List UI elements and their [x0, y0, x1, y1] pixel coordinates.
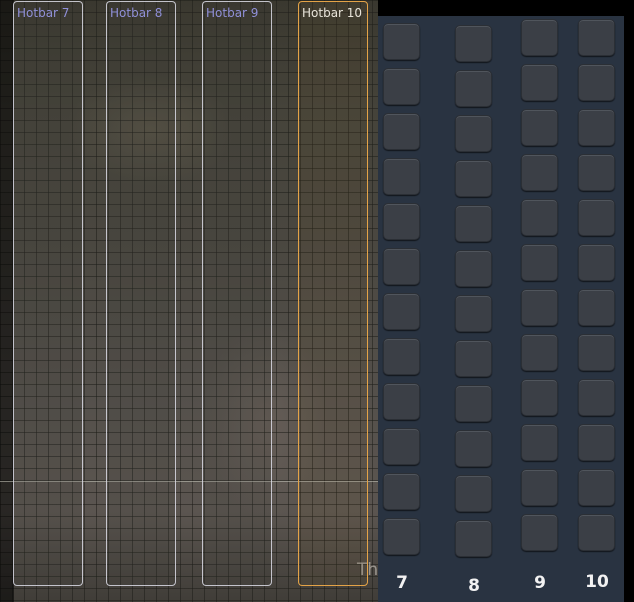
hotbar-slot-8-10[interactable]	[455, 430, 492, 467]
hotbar-label: Hotbar 8	[110, 6, 163, 20]
hotbar-slot-9-2[interactable]	[521, 64, 558, 101]
hotbar-frame-9[interactable]: Hotbar 9	[202, 1, 272, 586]
hotbar-slot-7-4[interactable]	[383, 158, 420, 195]
hotbar-slot-8-9[interactable]	[455, 385, 492, 422]
hotbar-slot-10-3[interactable]	[578, 109, 615, 146]
hotbar-slot-7-1[interactable]	[383, 23, 420, 60]
hotbar-slot-8-4[interactable]	[455, 160, 492, 197]
hotbar-slot-9-3[interactable]	[521, 109, 558, 146]
hotbar-slot-9-5[interactable]	[521, 199, 558, 236]
hotbar-slot-10-2[interactable]	[578, 64, 615, 101]
hotbar-slot-7-3[interactable]	[383, 113, 420, 150]
hotbar-slot-10-7[interactable]	[578, 289, 615, 326]
hotbar-slot-9-12[interactable]	[521, 514, 558, 551]
hotbar-slot-10-10[interactable]	[578, 424, 615, 461]
hotbar-label: Hotbar 7	[17, 6, 70, 20]
hotbar-slot-10-6[interactable]	[578, 244, 615, 281]
hotbar-slot-8-1[interactable]	[455, 25, 492, 62]
hotbar-frame-10[interactable]: Hotbar 10	[298, 1, 368, 586]
hotbar-slot-10-1[interactable]	[578, 19, 615, 56]
hotbar-slot-9-7[interactable]	[521, 289, 558, 326]
hotbar-slot-9-11[interactable]	[521, 469, 558, 506]
hotbar-slot-10-9[interactable]	[578, 379, 615, 416]
hotbar-frame-7[interactable]: Hotbar 7	[13, 1, 83, 586]
hotbar-slot-9-10[interactable]	[521, 424, 558, 461]
hotbar-slot-8-6[interactable]	[455, 250, 492, 287]
hotbar-slot-9-9[interactable]	[521, 379, 558, 416]
hotbar-slot-7-12[interactable]	[383, 518, 420, 555]
hotbar-slot-9-1[interactable]	[521, 19, 558, 56]
column-label-7: 7	[396, 573, 408, 593]
hotbar-slot-9-4[interactable]	[521, 154, 558, 191]
hotbar-slot-8-11[interactable]	[455, 475, 492, 512]
panel-top-margin	[378, 0, 634, 16]
hotbar-label: Hotbar 10	[302, 6, 363, 20]
hotbar-slot-7-8[interactable]	[383, 338, 420, 375]
hotbar-slot-8-2[interactable]	[455, 70, 492, 107]
hotbar-slot-10-5[interactable]	[578, 199, 615, 236]
hotbar-slot-7-9[interactable]	[383, 383, 420, 420]
hotbar-frame-8[interactable]: Hotbar 8	[106, 1, 176, 586]
hotbar-slot-7-11[interactable]	[383, 473, 420, 510]
hotbar-slot-8-5[interactable]	[455, 205, 492, 242]
panel-right-margin	[624, 0, 634, 602]
hotbar-slot-10-11[interactable]	[578, 469, 615, 506]
column-label-9: 9	[534, 573, 546, 593]
game-screen: Th Hotbar 7 Hotbar 8 Hotbar 9 Hotbar 10 …	[0, 0, 634, 602]
hotbar-slot-9-8[interactable]	[521, 334, 558, 371]
hotbar-slot-8-8[interactable]	[455, 340, 492, 377]
hotbar-slot-7-5[interactable]	[383, 203, 420, 240]
hotbar-slot-7-2[interactable]	[383, 68, 420, 105]
screen-edge-shade	[0, 0, 14, 602]
hotbar-slot-10-4[interactable]	[578, 154, 615, 191]
hotbar-slot-8-3[interactable]	[455, 115, 492, 152]
column-label-10: 10	[585, 572, 609, 592]
hotbar-slot-10-12[interactable]	[578, 514, 615, 551]
hotbar-slot-7-10[interactable]	[383, 428, 420, 465]
hotbar-slot-10-8[interactable]	[578, 334, 615, 371]
hotbar-slot-7-6[interactable]	[383, 248, 420, 285]
hotbar-slot-8-12[interactable]	[455, 520, 492, 557]
hotbar-slot-8-7[interactable]	[455, 295, 492, 332]
column-label-8: 8	[468, 576, 480, 596]
hotbar-label: Hotbar 9	[206, 6, 259, 20]
hotbar-slot-9-6[interactable]	[521, 244, 558, 281]
hotbar-slot-7-7[interactable]	[383, 293, 420, 330]
